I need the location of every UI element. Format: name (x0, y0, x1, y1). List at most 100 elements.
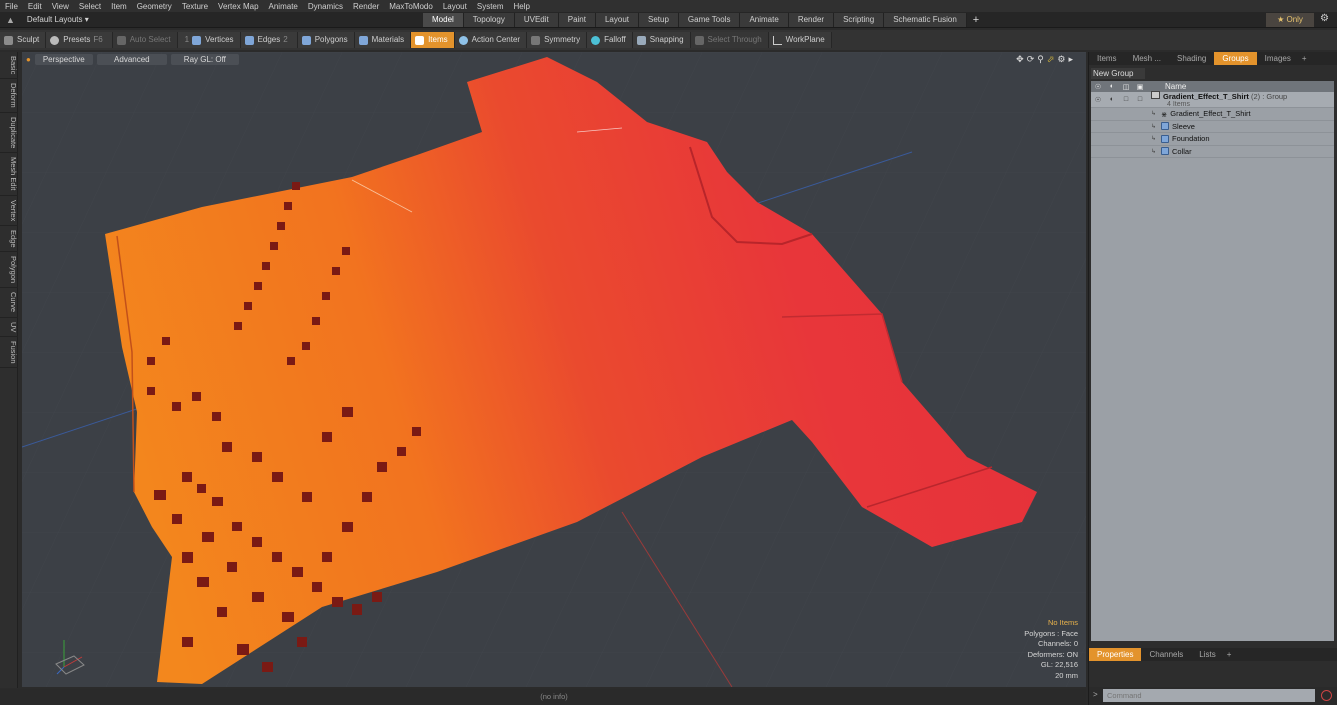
falloff-button[interactable]: Falloff (587, 32, 633, 48)
move-icon[interactable]: ✥ (1016, 54, 1027, 64)
list-item[interactable]: ↳ Foundation (1091, 133, 1334, 146)
action-center-button[interactable]: Action Center (454, 32, 528, 48)
eye-icon[interactable]: ☉ (1091, 83, 1105, 91)
command-bar: > (1089, 687, 1337, 705)
tab-game-tools[interactable]: Game Tools (678, 13, 741, 27)
render-icon[interactable]: ◐ (1105, 83, 1119, 90)
toolbar: Sculpt Presets F6 Auto Select 1 Vertices E… (0, 30, 1337, 50)
tab-items[interactable]: Items (1089, 52, 1125, 65)
render-icon[interactable]: ◐ (1105, 96, 1119, 104)
tab-schematic-fusion[interactable]: Schematic Fusion (884, 13, 967, 27)
menu-texture[interactable]: Texture (177, 2, 213, 11)
polygons-button[interactable]: Polygons (297, 32, 355, 48)
menu-system[interactable]: System (472, 2, 509, 11)
strip-tab-basic[interactable]: Basic (0, 52, 18, 80)
raygl-button[interactable]: Ray GL: Off (170, 53, 239, 65)
only-button[interactable]: ★ Only (1266, 13, 1314, 27)
viewport-menu-icon[interactable]: ● (26, 55, 31, 64)
strip-tab-fusion[interactable]: Fusion (0, 337, 18, 369)
edges-button[interactable]: Edges 2 (240, 32, 298, 48)
strip-tab-polygon[interactable]: Polygon (0, 252, 18, 289)
menu-item[interactable]: Item (106, 2, 132, 11)
add-tab-icon[interactable]: + (1224, 648, 1235, 661)
3d-viewport[interactable]: ● Perspective Advanced Ray GL: Off ✥⟳⚲⬀⚙… (22, 52, 1086, 687)
tab-render[interactable]: Render (788, 13, 835, 27)
tab-shading[interactable]: Shading (1169, 52, 1214, 65)
menu-render[interactable]: Render (348, 2, 384, 11)
lock-checkbox[interactable]: □ (1119, 96, 1133, 104)
materials-button[interactable]: Materials (354, 32, 412, 48)
menu-geometry[interactable]: Geometry (132, 2, 177, 11)
sculpt-button[interactable]: Sculpt (0, 32, 47, 48)
tab-mesh[interactable]: Mesh ... (1125, 52, 1169, 65)
strip-tab-edge[interactable]: Edge (0, 226, 18, 253)
snapping-button[interactable]: Snapping (632, 32, 691, 48)
strip-tab-mesh-edit[interactable]: Mesh Edit (0, 153, 18, 196)
symmetry-button[interactable]: Symmetry (527, 32, 588, 48)
menu-help[interactable]: Help (509, 2, 535, 11)
select-icon[interactable]: ▣ (1133, 83, 1147, 91)
list-item[interactable]: ↳ Sleeve (1091, 121, 1334, 133)
items-button[interactable]: Items (411, 32, 455, 48)
list-item[interactable]: ↳ Collar (1091, 146, 1334, 158)
vertices-button[interactable]: 1 Vertices (177, 32, 241, 48)
select-through-button[interactable]: Select Through (690, 32, 769, 48)
strip-tab-uv[interactable]: UV (0, 318, 18, 337)
menu-vertex-map[interactable]: Vertex Map (213, 2, 263, 11)
group-row[interactable]: ☉ ◐ □ □ Gradient_Effect_T_Shirt (2) : Group… (1091, 91, 1334, 108)
add-tab-icon[interactable]: + (967, 13, 985, 27)
maximize-icon[interactable]: ⬀ (1047, 54, 1058, 64)
strip-tab-duplicate[interactable]: Duplicate (0, 113, 18, 154)
menu-edit[interactable]: Edit (23, 2, 47, 11)
list-item[interactable]: ↳ ⋇ Gradient_Effect_T_Shirt (1091, 108, 1334, 121)
tab-animate[interactable]: Animate (740, 13, 789, 27)
auto-select-button[interactable]: Auto Select (112, 32, 178, 48)
tab-groups[interactable]: Groups (1214, 52, 1257, 65)
item-name: Collar (1172, 146, 1192, 156)
presets-button[interactable]: Presets F6 (46, 32, 113, 48)
chevron-right-icon[interactable]: ▸ (1068, 54, 1076, 64)
tab-paint[interactable]: Paint (558, 13, 596, 27)
tab-lists[interactable]: Lists (1191, 648, 1223, 661)
strip-tab-vertex[interactable]: Vertex (0, 196, 18, 226)
command-input[interactable] (1103, 689, 1315, 702)
workplane-button[interactable]: WorkPlane (768, 32, 832, 48)
menu-view[interactable]: View (47, 2, 74, 11)
eye-icon[interactable]: ☉ (1091, 96, 1105, 104)
menu-file[interactable]: File (0, 2, 23, 11)
new-group-button[interactable]: New Group (1091, 68, 1145, 79)
layout-selector[interactable]: ▲ Default Layouts ▾ (0, 15, 120, 25)
strip-tab-deform[interactable]: Deform (0, 79, 18, 113)
tab-setup[interactable]: Setup (639, 13, 679, 27)
zoom-icon[interactable]: ⚲ (1037, 54, 1047, 64)
menu-animate[interactable]: Animate (264, 2, 303, 11)
lock-icon[interactable]: ◫ (1119, 83, 1133, 91)
name-column-header[interactable]: Name (1165, 82, 1186, 91)
tab-images[interactable]: Images (1257, 52, 1299, 65)
tab-channels[interactable]: Channels (1141, 648, 1191, 661)
tab-topology[interactable]: Topology (463, 13, 515, 27)
tab-layout[interactable]: Layout (595, 13, 639, 27)
sculpt-label: Sculpt (17, 35, 40, 44)
tab-properties[interactable]: Properties (1089, 648, 1142, 661)
layout-tab-bar: ▲ Default Layouts ▾ Model Topology UVEdi… (0, 12, 1337, 28)
menu-dynamics[interactable]: Dynamics (303, 2, 348, 11)
rotate-icon[interactable]: ⟳ (1027, 54, 1038, 64)
strip-tab-curve[interactable]: Curve (0, 288, 18, 318)
advanced-button[interactable]: Advanced (96, 53, 167, 65)
gear-icon[interactable]: ⚙ (1320, 13, 1329, 24)
perspective-button[interactable]: Perspective (34, 53, 93, 65)
menu-layout[interactable]: Layout (438, 2, 472, 11)
record-icon[interactable] (1321, 690, 1332, 701)
menu-select[interactable]: Select (74, 2, 106, 11)
tab-scripting[interactable]: Scripting (834, 13, 885, 27)
tab-model[interactable]: Model (423, 13, 464, 27)
deformers-info: Deformers: ON (1027, 649, 1078, 659)
menu-maxtomodo[interactable]: MaxToModo (384, 2, 438, 11)
select-checkbox[interactable]: □ (1133, 96, 1147, 104)
tab-uvedit[interactable]: UVEdit (514, 13, 559, 27)
add-tab-icon[interactable]: + (1299, 52, 1310, 65)
workplane-icon (772, 35, 782, 45)
snapping-icon (636, 35, 646, 45)
gear-icon[interactable]: ⚙ (1057, 54, 1068, 64)
